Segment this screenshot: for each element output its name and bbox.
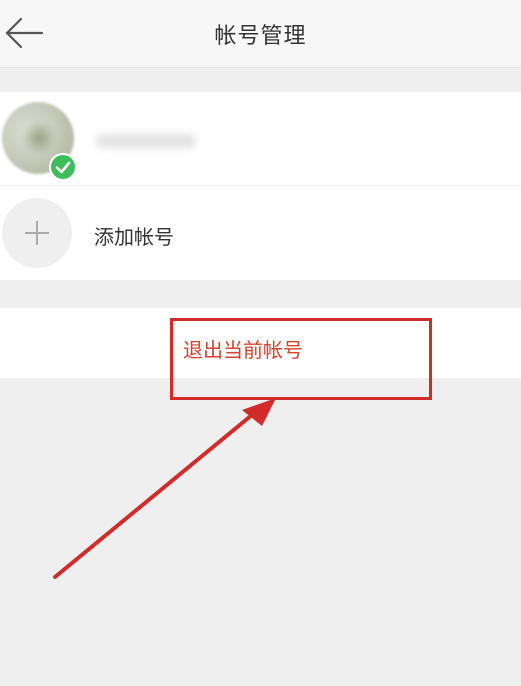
account-list: 添加帐号 — [0, 92, 521, 280]
page-title: 帐号管理 — [214, 24, 307, 49]
top-bar: 帐号管理 — [0, 0, 521, 68]
annotation-highlight-box — [170, 318, 432, 400]
check-icon — [49, 153, 77, 181]
plus-icon — [25, 221, 49, 245]
add-account-button[interactable] — [2, 198, 72, 268]
add-account-label[interactable]: 添加帐号 — [94, 221, 174, 250]
current-account-row[interactable] — [0, 92, 521, 186]
account-name-redacted — [96, 134, 196, 148]
add-account-row[interactable]: 添加帐号 — [0, 186, 521, 280]
